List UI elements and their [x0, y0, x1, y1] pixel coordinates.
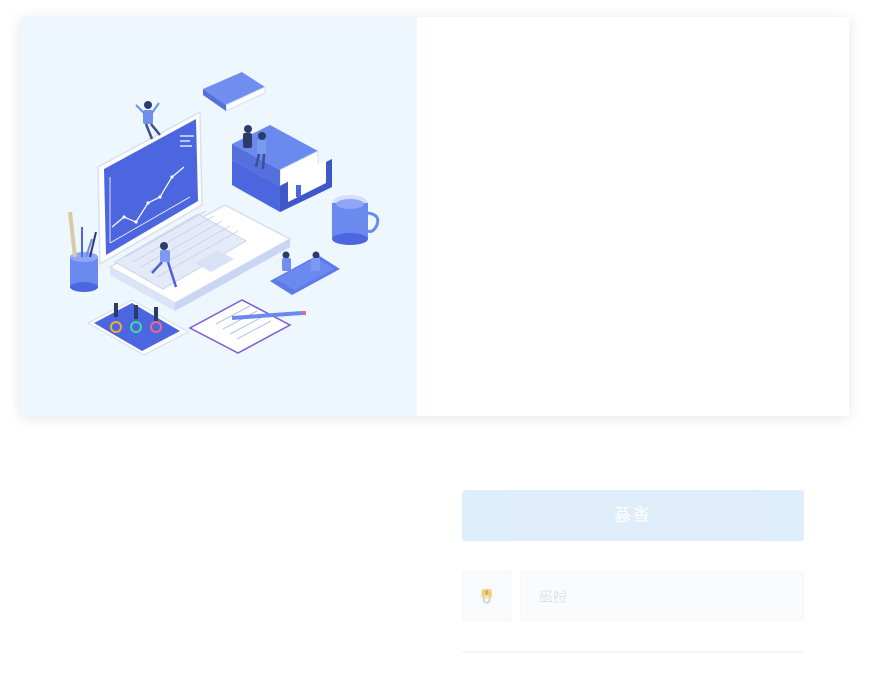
login-button[interactable]: 登录 [462, 490, 804, 541]
login-button-label: 登录 [614, 503, 652, 523]
illustration-panel [20, 17, 417, 416]
lock-icon: 🔒 [462, 571, 512, 621]
login-card [20, 17, 849, 416]
laptop-analytics-illustration [68, 72, 380, 356]
password-row[interactable]: 🔒 密码 [462, 571, 804, 621]
field-divider [462, 651, 804, 653]
card-reflection [20, 428, 849, 686]
password-input[interactable]: 密码 [520, 571, 804, 621]
login-form-panel [417, 17, 849, 416]
reflection-fade [20, 428, 849, 686]
